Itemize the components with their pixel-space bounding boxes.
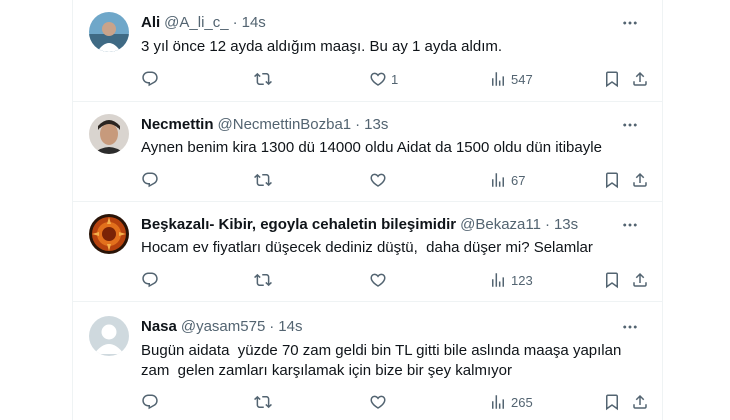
bookmark-button[interactable] — [603, 170, 621, 190]
separator: · — [355, 116, 361, 133]
tweet[interactable]: Nasa @yasam575 · 14s Bugün aidata yüzde … — [73, 302, 662, 420]
like-button[interactable] — [369, 392, 391, 412]
share-icon — [631, 171, 649, 189]
timestamp[interactable]: 13s — [364, 115, 388, 135]
views-icon — [489, 171, 507, 189]
reply-icon — [141, 171, 159, 189]
user-handle[interactable]: @yasam575 — [181, 317, 265, 337]
like-button[interactable] — [369, 170, 391, 190]
bookmark-icon — [603, 271, 621, 289]
display-name[interactable]: Beşkazalı- Kibir, egoyla cehaletin bileş… — [141, 215, 456, 235]
view-count: 67 — [511, 172, 526, 188]
share-button[interactable] — [631, 69, 649, 89]
retweet-button[interactable] — [254, 270, 276, 290]
retweet-icon — [254, 171, 272, 189]
bookmark-icon — [603, 393, 621, 411]
action-bar: 1 547 — [141, 69, 646, 89]
retweet-button[interactable] — [254, 69, 276, 89]
display-name[interactable]: Ali — [141, 13, 160, 33]
action-bar: 67 — [141, 170, 646, 190]
like-icon — [369, 393, 387, 411]
retweet-icon — [254, 271, 272, 289]
bookmark-icon — [603, 70, 621, 88]
tweet-feed: Ali @A_li_c_ · 14s 3 yıl önce 12 ayda al… — [72, 0, 663, 420]
share-icon — [631, 271, 649, 289]
avatar[interactable] — [89, 12, 129, 52]
user-handle[interactable]: @Bekaza11 — [460, 215, 541, 235]
reply-button[interactable] — [141, 170, 163, 190]
views-icon — [489, 271, 507, 289]
retweet-icon — [254, 393, 272, 411]
timestamp[interactable]: 13s — [554, 215, 578, 235]
share-button[interactable] — [631, 392, 649, 412]
tweet[interactable]: Ali @A_li_c_ · 14s 3 yıl önce 12 ayda al… — [73, 0, 662, 102]
retweet-icon — [254, 70, 272, 88]
reply-button[interactable] — [141, 392, 163, 412]
views-button[interactable]: 265 — [489, 392, 533, 412]
views-button[interactable]: 67 — [489, 170, 525, 190]
like-count: 1 — [391, 71, 399, 87]
reply-button[interactable] — [141, 69, 163, 89]
separator: · — [232, 14, 238, 31]
reply-icon — [141, 70, 159, 88]
more-icon — [621, 216, 639, 234]
display-name[interactable]: Nasa — [141, 317, 177, 337]
reply-icon — [141, 393, 159, 411]
like-icon — [369, 171, 387, 189]
views-button[interactable]: 547 — [489, 69, 533, 89]
bookmark-button[interactable] — [603, 392, 621, 412]
like-button[interactable]: 1 — [369, 69, 398, 89]
more-button[interactable] — [620, 215, 640, 235]
action-bar: 123 — [141, 270, 646, 290]
share-icon — [631, 70, 649, 88]
like-icon — [369, 271, 387, 289]
reply-icon — [141, 271, 159, 289]
retweet-button[interactable] — [254, 392, 276, 412]
retweet-button[interactable] — [254, 170, 276, 190]
like-button[interactable] — [369, 270, 391, 290]
tweet-text: Aynen benim kira 1300 dü 14000 oldu Aida… — [141, 139, 602, 156]
more-icon — [621, 14, 639, 32]
more-button[interactable] — [620, 317, 640, 337]
reply-button[interactable] — [141, 270, 163, 290]
more-icon — [621, 116, 639, 134]
separator: · — [544, 216, 550, 233]
more-icon — [621, 318, 639, 336]
views-icon — [489, 70, 507, 88]
user-handle[interactable]: @A_li_c_ — [164, 13, 228, 33]
share-button[interactable] — [631, 270, 649, 290]
views-icon — [489, 393, 507, 411]
view-count: 547 — [511, 71, 533, 87]
user-handle[interactable]: @NecmettinBozba1 — [218, 115, 352, 135]
bookmark-button[interactable] — [603, 270, 621, 290]
avatar[interactable] — [89, 114, 129, 154]
view-count: 123 — [511, 272, 533, 288]
avatar[interactable] — [89, 316, 129, 356]
more-button[interactable] — [620, 13, 640, 33]
tweet-text: Bugün aidata yüzde 70 zam geldi bin TL g… — [141, 342, 622, 379]
more-button[interactable] — [620, 115, 640, 135]
tweet[interactable]: Necmettin @NecmettinBozba1 · 13s Aynen b… — [73, 102, 662, 202]
separator: · — [269, 318, 275, 335]
views-button[interactable]: 123 — [489, 270, 533, 290]
tweet-text: 3 yıl önce 12 ayda aldığım maaşı. Bu ay … — [141, 38, 503, 55]
bookmark-button[interactable] — [603, 69, 621, 89]
avatar[interactable] — [89, 214, 129, 254]
tweet-text: Hocam ev fiyatları düşecek dediniz düştü… — [141, 239, 593, 256]
tweet[interactable]: Beşkazalı- Kibir, egoyla cehaletin bileş… — [73, 202, 662, 302]
share-button[interactable] — [631, 170, 649, 190]
display-name[interactable]: Necmettin — [141, 115, 214, 135]
bookmark-icon — [603, 171, 621, 189]
timestamp[interactable]: 14s — [242, 13, 266, 33]
share-icon — [631, 393, 649, 411]
timestamp[interactable]: 14s — [278, 317, 302, 337]
action-bar: 265 — [141, 392, 646, 412]
view-count: 265 — [511, 394, 533, 410]
like-icon — [369, 70, 387, 88]
